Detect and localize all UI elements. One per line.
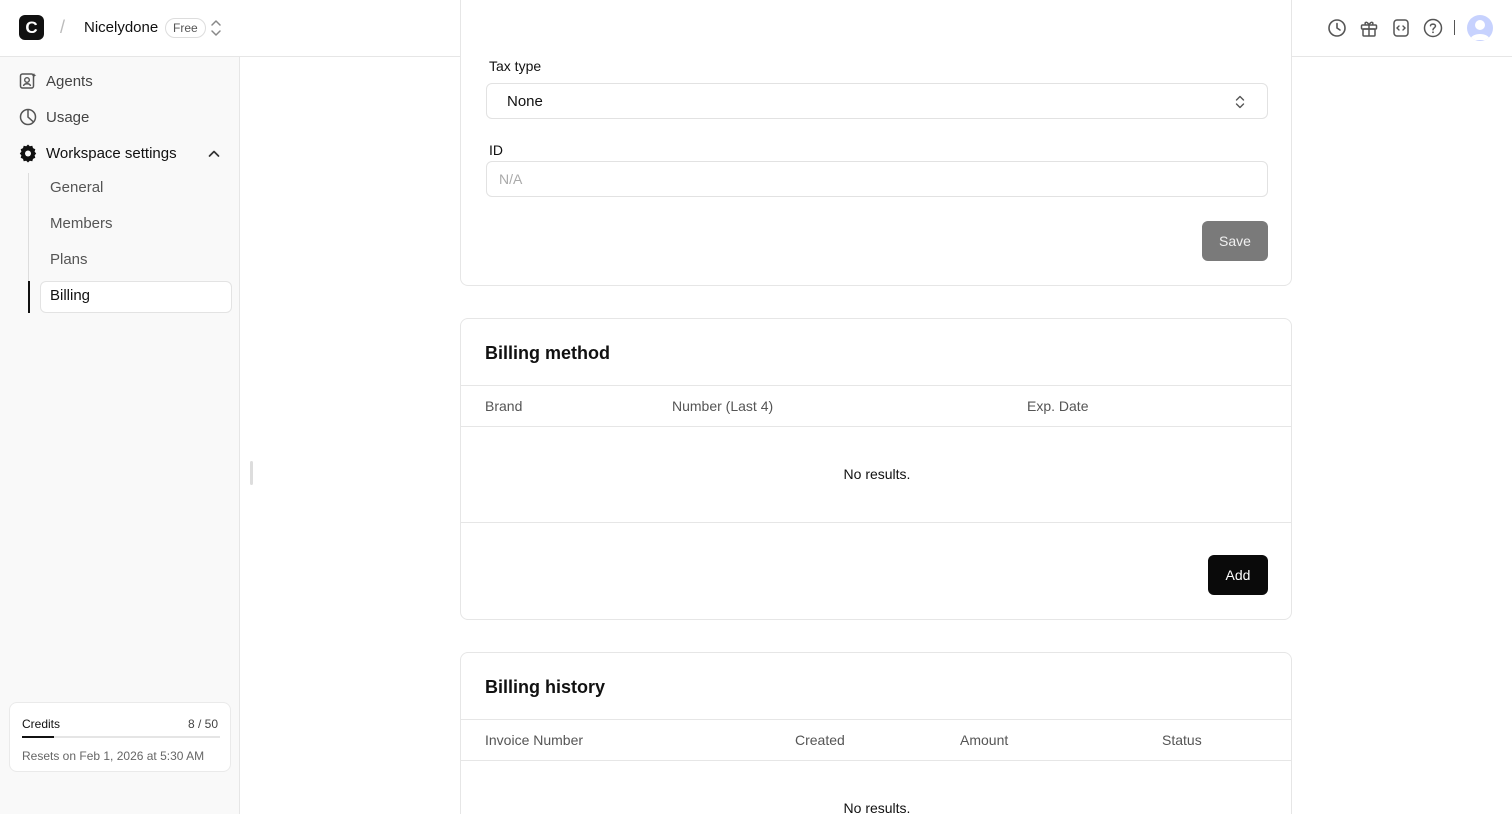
divider [461, 760, 1291, 761]
id-label: ID [489, 142, 503, 158]
sidebar-subitem-billing[interactable]: Billing [50, 287, 90, 307]
breadcrumb-separator: / [60, 17, 66, 37]
chevron-up-down-icon [1235, 95, 1245, 109]
sidebar-subitem-general[interactable]: General [50, 179, 103, 199]
agents-icon [19, 73, 37, 89]
credits-progress-fill [22, 736, 54, 738]
sidebar: Agents Usage Workspace settings General … [0, 57, 240, 814]
logo-letter: C [25, 17, 38, 37]
chevron-up-icon[interactable] [206, 146, 222, 162]
help-icon[interactable] [1422, 17, 1444, 39]
usage-icon [19, 108, 37, 126]
column-header-number: Number (Last 4) [672, 398, 774, 414]
tax-type-select[interactable]: None [486, 83, 1268, 119]
tax-type-value: None [507, 92, 543, 110]
credits-value: 8 / 50 [187, 717, 218, 731]
credits-label: Credits [22, 717, 61, 731]
column-header-status: Status [1162, 732, 1202, 748]
sidebar-resize-handle[interactable] [250, 461, 253, 485]
workspace-name[interactable]: Nicelydone [84, 19, 158, 36]
divider [461, 385, 1291, 386]
billing-history-card: Billing history Invoice Number Created A… [460, 652, 1292, 814]
divider [461, 426, 1291, 427]
sidebar-subitem-members[interactable]: Members [50, 215, 113, 235]
sidebar-item-label: Agents [46, 72, 93, 90]
divider [461, 719, 1291, 720]
sidebar-item-label: Usage [46, 108, 90, 126]
sidebar-item-agents[interactable]: Agents [18, 69, 93, 93]
topbar-divider [1454, 20, 1455, 35]
empty-state-text: No results. [843, 800, 911, 814]
gift-icon[interactable] [1358, 17, 1380, 39]
tax-type-label: Tax type [489, 58, 542, 74]
workspace-switch-icon[interactable] [208, 18, 224, 38]
sidebar-item-workspace-settings[interactable]: Workspace settings [18, 141, 177, 165]
add-payment-method-button[interactable]: Add [1208, 555, 1268, 595]
empty-state-text: No results. [843, 466, 911, 482]
column-header-invoice-number: Invoice Number [485, 732, 584, 748]
billing-method-title: Billing method [485, 343, 610, 363]
app-logo[interactable]: C [19, 15, 44, 40]
user-avatar[interactable] [1467, 15, 1493, 41]
divider [461, 522, 1291, 523]
credits-progress-track [22, 736, 220, 738]
avatar-icon [1470, 20, 1490, 40]
save-button[interactable]: Save [1202, 221, 1268, 261]
sidebar-item-usage[interactable]: Usage [18, 105, 89, 129]
tax-details-card: Tax type None ID Save [460, 0, 1292, 286]
history-icon[interactable] [1326, 17, 1348, 39]
plan-badge: Free [165, 18, 206, 38]
credits-panel[interactable]: Credits 8 / 50 Resets on Feb 1, 2026 at … [9, 702, 231, 772]
credits-reset-text: Resets on Feb 1, 2026 at 5:30 AM [22, 749, 205, 763]
column-header-exp-date: Exp. Date [1027, 398, 1089, 414]
sidebar-item-label: Workspace settings [46, 144, 177, 162]
code-icon[interactable] [1390, 17, 1412, 39]
billing-history-title: Billing history [485, 677, 606, 697]
gear-icon [19, 144, 37, 163]
active-item-indicator [28, 281, 30, 313]
sidebar-subitem-plans[interactable]: Plans [50, 251, 88, 271]
billing-method-card: Billing method Brand Number (Last 4) Exp… [460, 318, 1292, 620]
column-header-brand: Brand [485, 398, 523, 414]
column-header-amount: Amount [960, 732, 1009, 748]
tax-id-input[interactable] [486, 161, 1268, 197]
column-header-created: Created [795, 732, 845, 748]
